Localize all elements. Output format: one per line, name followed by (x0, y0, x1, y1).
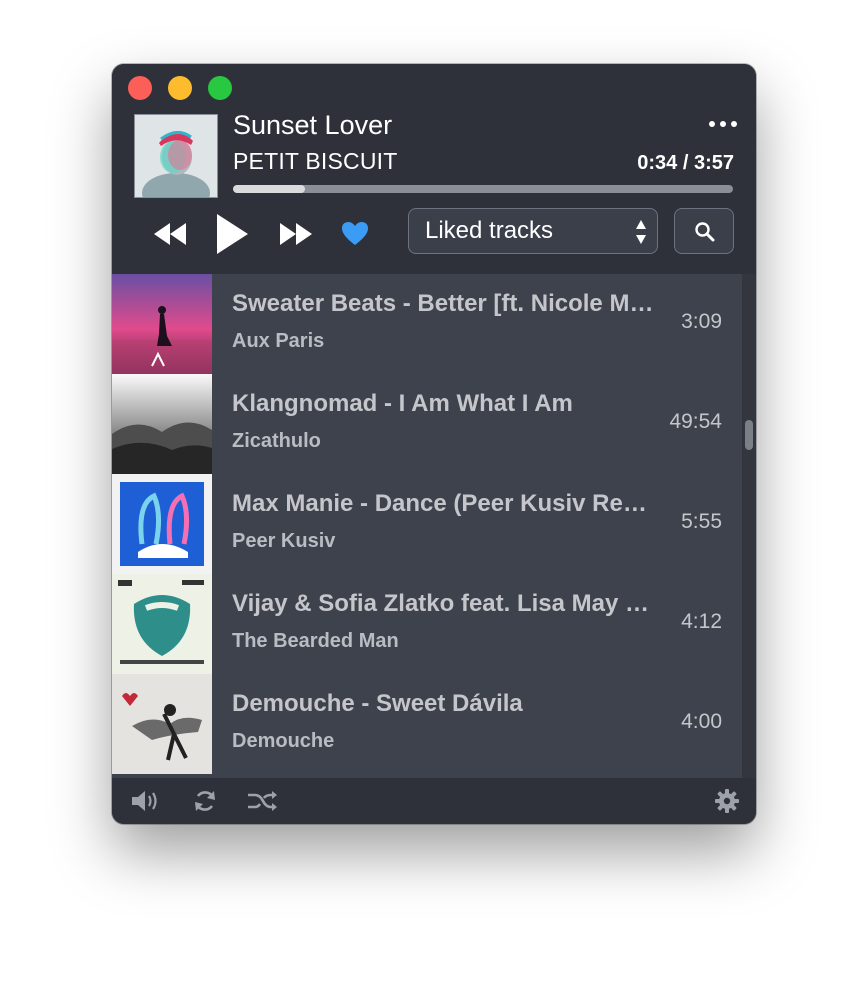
scrollbar[interactable] (742, 274, 756, 778)
close-button[interactable] (128, 76, 152, 100)
search-button[interactable] (674, 208, 734, 254)
track-duration: 3:09 (681, 310, 722, 333)
track-title: Demouche - Sweet Dávila (232, 690, 523, 717)
play-icon[interactable] (212, 212, 252, 256)
volume-icon[interactable] (130, 788, 162, 819)
track-list[interactable]: Sweater Beats - Better [ft. Nicole Milla… (112, 274, 742, 778)
track-row[interactable]: Max Manie - Dance (Peer Kusiv Remix) Pee… (112, 474, 742, 574)
now-playing-artist: PETIT BISCUIT (233, 148, 398, 174)
track-row[interactable]: Vijay & Sofia Zlatko feat. Lisa May - Ar… (112, 574, 742, 674)
track-title: Klangnomad - I Am What I Am (232, 390, 573, 417)
time-display: 0:34 / 3:57 (637, 152, 734, 174)
track-title: Vijay & Sofia Zlatko feat. Lisa May - Ar… (232, 590, 657, 617)
track-artist: Aux Paris (232, 330, 325, 352)
track-artist: Zicathulo (232, 430, 321, 452)
track-artwork (112, 274, 212, 374)
track-artwork (112, 374, 212, 474)
now-playing-title: Sunset Lover (233, 110, 393, 140)
playlist-select-label: Liked tracks (425, 217, 554, 244)
progress-bar-fill (233, 185, 305, 193)
track-row[interactable]: Demouche - Sweet Dávila Demouche 4:00 (112, 674, 742, 774)
track-artist: Demouche (232, 730, 335, 752)
search-icon (695, 222, 715, 242)
repeat-icon[interactable] (192, 788, 218, 819)
now-playing-artwork (134, 114, 218, 198)
track-artwork (112, 574, 212, 674)
playlist-select[interactable]: Liked tracks (408, 208, 658, 254)
heart-icon[interactable] (341, 221, 369, 247)
track-title: Max Manie - Dance (Peer Kusiv Remix) (232, 490, 657, 517)
maximize-button[interactable] (208, 76, 232, 100)
fast-forward-icon[interactable] (276, 220, 314, 248)
track-row[interactable]: Sweater Beats - Better [ft. Nicole Milla… (112, 274, 742, 374)
track-artwork (112, 474, 212, 574)
player-window: Sunset Lover PETIT BISCUIT 0:34 / 3:57 L… (112, 64, 756, 824)
track-duration: 4:00 (681, 710, 722, 733)
track-duration: 49:54 (669, 410, 722, 433)
scrollbar-thumb[interactable] (745, 420, 753, 450)
player-header: Sunset Lover PETIT BISCUIT 0:34 / 3:57 L… (112, 64, 756, 274)
track-artwork (112, 674, 212, 774)
progress-bar[interactable] (233, 185, 733, 193)
gear-icon[interactable] (714, 788, 740, 819)
track-artist: Peer Kusiv (232, 530, 336, 552)
track-row[interactable]: Klangnomad - I Am What I Am Zicathulo 49… (112, 374, 742, 474)
track-artist: The Bearded Man (232, 630, 399, 652)
track-duration: 5:55 (681, 510, 722, 533)
track-title: Sweater Beats - Better [ft. Nicole Milla… (232, 290, 657, 317)
minimize-button[interactable] (168, 76, 192, 100)
shuffle-icon[interactable] (246, 788, 278, 819)
rewind-icon[interactable] (152, 220, 190, 248)
select-arrows-icon (635, 219, 647, 245)
player-footer (112, 778, 756, 824)
track-duration: 4:12 (681, 610, 722, 633)
ellipsis-icon[interactable] (708, 118, 738, 132)
